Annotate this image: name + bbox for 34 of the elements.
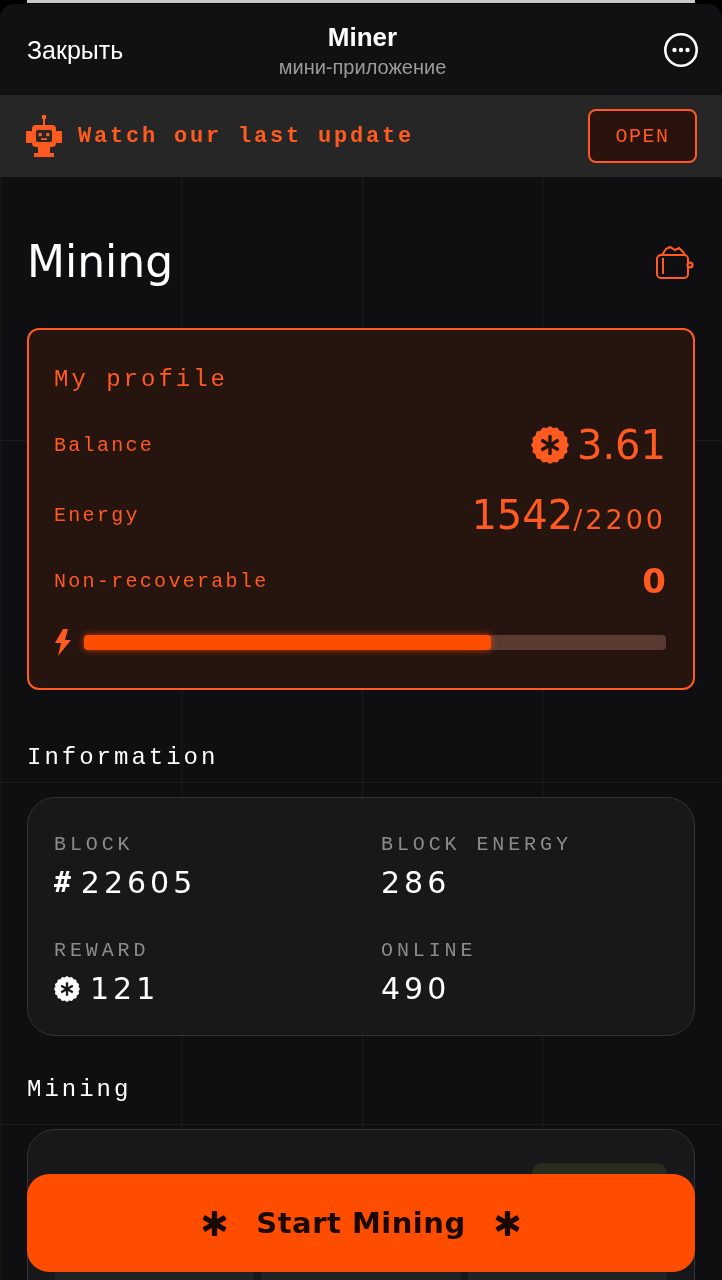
app-subtitle: мини-приложение <box>278 54 447 80</box>
more-icon[interactable] <box>664 32 698 67</box>
balance-value: 3.61 <box>576 422 666 468</box>
close-button[interactable]: Закрыть <box>27 34 124 65</box>
row-label: Balance <box>54 433 155 457</box>
stat-label: BLOCK ENERGY <box>381 831 573 858</box>
stat-label: REWARD <box>54 937 151 964</box>
start-button[interactable]: Start Mining <box>27 1174 695 1272</box>
stat-label: BLOCK <box>54 831 135 858</box>
row-label: Energy <box>54 503 140 527</box>
non-recoverable-value: 0 <box>642 561 666 601</box>
section-title: Mining <box>27 1074 133 1104</box>
section-title: Information <box>27 742 220 772</box>
stat-value: 490 <box>381 971 451 1007</box>
wallet-icon[interactable] <box>655 244 695 280</box>
profile-title: My profile <box>54 364 230 395</box>
energy-value: 1542 <box>471 492 574 538</box>
coin-icon <box>54 976 80 1002</box>
coin-icon <box>530 426 569 464</box>
hash-sign: # <box>54 866 71 900</box>
app-title: Miner <box>327 21 398 52</box>
lightning-icon <box>54 628 72 656</box>
asterisk-icon <box>201 1209 229 1237</box>
stat-value: 121 <box>90 971 160 1007</box>
stat-label: ONLINE <box>381 937 478 964</box>
energy-max: /2200 <box>573 504 666 537</box>
page-title: Mining <box>27 235 174 289</box>
asterisk-icon <box>493 1209 521 1237</box>
row-label: Non-recoverable <box>54 569 269 593</box>
stat-value: 22605 <box>80 865 197 901</box>
stat-value: 286 <box>381 865 451 901</box>
open-button[interactable]: OPEN <box>588 109 697 163</box>
robot-icon <box>24 115 64 157</box>
banner-text: Watch our last update <box>78 123 416 149</box>
